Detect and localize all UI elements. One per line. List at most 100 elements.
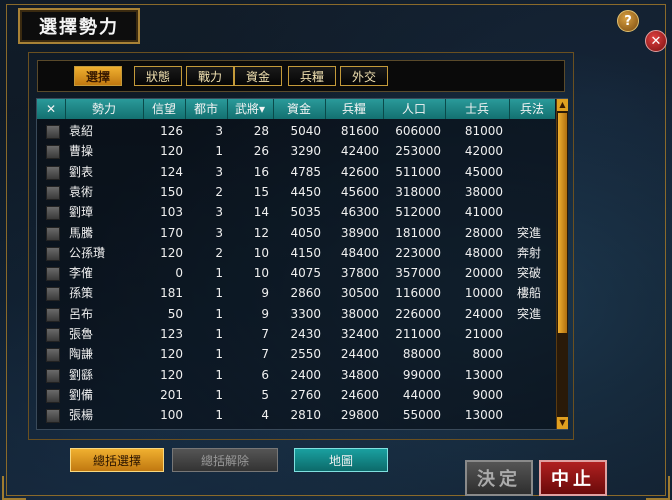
tab-diplomacy[interactable]: 外交 bbox=[340, 66, 388, 86]
cell-faction: 馬騰 bbox=[69, 225, 94, 240]
cell-provisions: 30500 bbox=[340, 286, 379, 301]
cell-population: 99000 bbox=[402, 367, 441, 382]
column-header-population[interactable]: 人口 bbox=[383, 99, 446, 119]
column-header-officers[interactable]: 武將▾ bbox=[227, 99, 274, 119]
table-header: ✕ 勢力 信望 都市 武將▾ 資金 兵糧 人口 士兵 兵法 bbox=[37, 99, 555, 119]
column-header-faction[interactable]: 勢力 bbox=[65, 99, 144, 119]
table-row[interactable]: 公孫瓚 120 2 10 4150 48400 223000 48000 奔射 bbox=[37, 243, 555, 263]
cell-provisions: 37800 bbox=[340, 266, 379, 281]
cell-cities: 1 bbox=[215, 387, 223, 402]
table-row[interactable]: 孫策 181 1 9 2860 30500 116000 10000 樓船 bbox=[37, 283, 555, 303]
table-row[interactable]: 張魯 123 1 7 2430 32400 211000 21000 bbox=[37, 324, 555, 344]
table-row[interactable]: 袁術 150 2 15 4450 45600 318000 38000 bbox=[37, 182, 555, 202]
cell-officers: 9 bbox=[261, 306, 269, 321]
cell-faction: 陶謙 bbox=[69, 347, 94, 362]
close-icon[interactable]: ✕ bbox=[645, 30, 667, 52]
table-row[interactable]: 張楊 100 1 4 2810 29800 55000 13000 bbox=[37, 405, 555, 425]
cell-population: 357000 bbox=[395, 266, 441, 281]
cell-population: 88000 bbox=[402, 347, 441, 362]
row-checkbox[interactable] bbox=[46, 206, 60, 221]
cell-tactic: 奔射 bbox=[517, 245, 542, 260]
column-header-funds[interactable]: 資金 bbox=[273, 99, 326, 119]
map-button[interactable]: 地圖 bbox=[294, 448, 388, 472]
cell-funds: 2760 bbox=[290, 387, 321, 402]
table-row[interactable]: 袁紹 126 3 28 5040 81600 606000 81000 bbox=[37, 121, 555, 141]
row-checkbox[interactable] bbox=[46, 165, 60, 180]
row-checkbox[interactable] bbox=[46, 287, 60, 302]
row-checkbox[interactable] bbox=[46, 388, 60, 403]
cell-soldiers: 10000 bbox=[464, 286, 503, 301]
table-row[interactable]: 劉備 201 1 5 2760 24600 44000 9000 bbox=[37, 385, 555, 405]
cell-funds: 2860 bbox=[290, 286, 321, 301]
table-row[interactable]: 劉繇 120 1 6 2400 34800 99000 13000 bbox=[37, 365, 555, 385]
cell-officers: 10 bbox=[253, 245, 269, 260]
cell-tactic bbox=[517, 365, 555, 385]
cell-cities: 3 bbox=[215, 225, 223, 240]
column-header-provisions[interactable]: 兵糧 bbox=[325, 99, 384, 119]
scrollbar[interactable]: ▲ ▼ bbox=[556, 99, 568, 429]
cell-provisions: 42400 bbox=[340, 144, 379, 159]
cell-tactic bbox=[517, 385, 555, 405]
table-row[interactable]: 李傕 0 1 10 4075 37800 357000 20000 突破 bbox=[37, 263, 555, 283]
scroll-thumb[interactable] bbox=[558, 113, 567, 333]
cancel-button[interactable]: 中止 bbox=[539, 460, 607, 496]
tab-status[interactable]: 狀態 bbox=[134, 66, 182, 86]
table-row[interactable]: 曹操 120 1 26 3290 42400 253000 42000 bbox=[37, 141, 555, 161]
cell-funds: 3300 bbox=[290, 306, 321, 321]
cell-population: 44000 bbox=[402, 387, 441, 402]
table-row[interactable]: 呂布 50 1 9 3300 38000 226000 24000 突進 bbox=[37, 304, 555, 324]
cell-officers: 6 bbox=[261, 367, 269, 382]
cell-population: 226000 bbox=[395, 306, 441, 321]
cell-officers: 16 bbox=[253, 164, 269, 179]
cell-faction: 公孫瓚 bbox=[69, 245, 106, 260]
cell-soldiers: 45000 bbox=[464, 164, 503, 179]
row-checkbox[interactable] bbox=[46, 226, 60, 241]
cell-officers: 12 bbox=[253, 225, 269, 240]
row-checkbox[interactable] bbox=[46, 409, 60, 424]
cell-funds: 2400 bbox=[290, 367, 321, 382]
scroll-up-icon[interactable]: ▲ bbox=[557, 99, 568, 111]
cell-funds: 4150 bbox=[290, 245, 321, 260]
help-icon[interactable]: ? bbox=[617, 10, 639, 32]
table-row[interactable]: 劉璋 103 3 14 5035 46300 512000 41000 bbox=[37, 202, 555, 222]
column-header-cities[interactable]: 都市 bbox=[185, 99, 228, 119]
row-checkbox[interactable] bbox=[46, 145, 60, 160]
tab-funds[interactable]: 資金 bbox=[234, 66, 282, 86]
cell-tactic: 突破 bbox=[517, 266, 542, 281]
clear-all-button[interactable]: 總括解除 bbox=[172, 448, 278, 472]
table-row[interactable]: 劉表 124 3 16 4785 42600 511000 45000 bbox=[37, 162, 555, 182]
cell-population: 511000 bbox=[395, 164, 441, 179]
cell-reputation: 50 bbox=[167, 306, 183, 321]
row-checkbox[interactable] bbox=[46, 307, 60, 322]
scroll-down-icon[interactable]: ▼ bbox=[557, 417, 568, 429]
row-checkbox[interactable] bbox=[46, 368, 60, 383]
table-row[interactable]: 陶謙 120 1 7 2550 24400 88000 8000 bbox=[37, 344, 555, 364]
table-row[interactable]: 馬騰 170 3 12 4050 38900 181000 28000 突進 bbox=[37, 223, 555, 243]
column-header-deselect[interactable]: ✕ bbox=[37, 99, 66, 119]
tab-combat[interactable]: 戰力 bbox=[186, 66, 234, 86]
select-all-button[interactable]: 總括選擇 bbox=[70, 448, 164, 472]
row-checkbox[interactable] bbox=[46, 348, 60, 363]
column-header-tactic[interactable]: 兵法 bbox=[509, 99, 555, 119]
row-checkbox[interactable] bbox=[46, 185, 60, 200]
cell-officers: 7 bbox=[261, 347, 269, 362]
cell-faction: 袁紹 bbox=[69, 124, 94, 138]
tab-select[interactable]: 選擇 bbox=[74, 66, 122, 86]
cell-reputation: 120 bbox=[160, 245, 183, 260]
cell-funds: 2550 bbox=[290, 347, 321, 362]
cell-faction: 劉繇 bbox=[69, 367, 94, 382]
row-checkbox[interactable] bbox=[46, 267, 60, 282]
confirm-button[interactable]: 決定 bbox=[465, 460, 533, 496]
tab-provisions[interactable]: 兵糧 bbox=[288, 66, 336, 86]
cell-soldiers: 21000 bbox=[464, 327, 503, 341]
cell-tactic bbox=[517, 344, 555, 364]
cell-cities: 1 bbox=[215, 367, 223, 382]
row-checkbox[interactable] bbox=[46, 125, 60, 139]
cell-faction: 呂布 bbox=[69, 306, 94, 321]
cell-cities: 1 bbox=[215, 327, 223, 341]
row-checkbox[interactable] bbox=[46, 246, 60, 261]
row-checkbox[interactable] bbox=[46, 328, 60, 342]
cell-cities: 1 bbox=[215, 144, 223, 159]
column-header-reputation[interactable]: 信望 bbox=[143, 99, 186, 119]
column-header-soldiers[interactable]: 士兵 bbox=[445, 99, 510, 119]
